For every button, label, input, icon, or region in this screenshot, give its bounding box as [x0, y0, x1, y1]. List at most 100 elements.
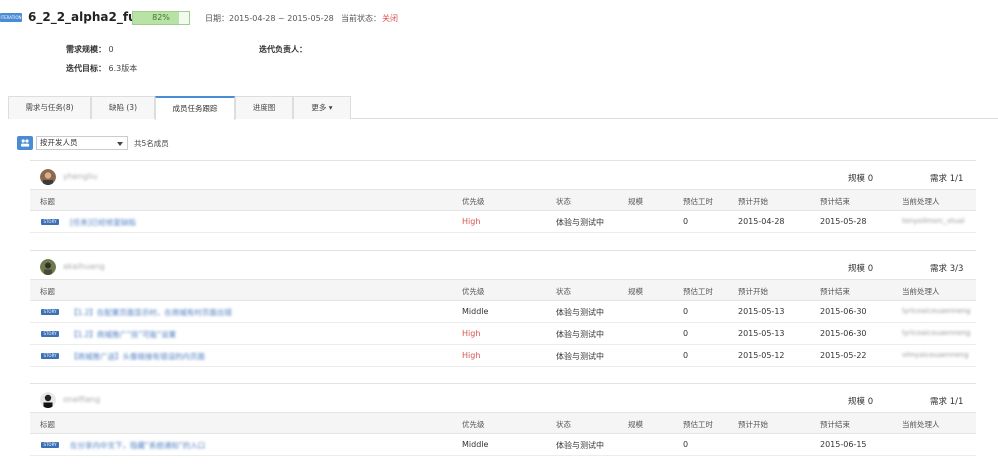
task-hours: 0: [683, 329, 689, 338]
task-start: 2015-05-13: [738, 329, 785, 338]
table-header: 标题 优先级 状态 规模 预估工时 预计开始 预计结束 当前处理人: [30, 189, 976, 211]
meta-owner: 迭代负责人：: [259, 44, 307, 55]
member-section: yhengliu 规模 0 需求 1/1 标题 优先级 状态 规模 预估工时 预…: [30, 165, 976, 233]
member-requirements: 需求 3/3: [930, 264, 964, 274]
task-hours: 0: [683, 217, 689, 226]
divider: [30, 250, 976, 251]
member-header: onelfiang 规模 0 需求 1/1: [30, 388, 976, 412]
avatar: [40, 169, 56, 185]
tab-more[interactable]: 更多 ▾: [293, 96, 351, 119]
task-title[interactable]: 【商城推广送】头像链接有错误的内页面: [70, 351, 205, 362]
member-section: akaihuang 规模 0 需求 3/3 标题 优先级 状态 规模 预估工时 …: [30, 255, 976, 367]
task-owner: lyricoaicouaenneng: [902, 329, 971, 337]
task-end: 2015-05-28: [820, 217, 867, 226]
table-row[interactable]: STORY 在分享内中文下，隐藏“系统通知”的入口 Middle 体验与测试中 …: [30, 434, 976, 456]
table-row[interactable]: STORY [任务]已经修复缺陷 High 体验与测试中 0 2015-04-2…: [30, 211, 976, 233]
task-start: 2015-04-28: [738, 217, 785, 226]
iteration-title: 6_2_2_alpha2_fun: [28, 10, 146, 24]
task-status: 体验与测试中: [556, 218, 604, 227]
state-label: 当前状态：: [341, 14, 381, 23]
table-row[interactable]: STORY 【商城推广送】头像链接有错误的内页面 High 体验与测试中 0 2…: [30, 345, 976, 367]
meta-target: 迭代目标： 6.3版本: [66, 63, 137, 74]
tab-progress-chart[interactable]: 进度图: [235, 96, 293, 119]
member-requirements: 需求 1/1: [930, 397, 964, 407]
task-title[interactable]: 【1.2】在配置页面显示时，在商城有时页面出错: [70, 307, 232, 318]
state-value: 关闭: [382, 14, 398, 23]
story-tag: STORY: [41, 309, 59, 315]
member-header: yhengliu 规模 0 需求 1/1: [30, 165, 976, 189]
task-owner: vlmyaicouaenneng: [902, 351, 969, 359]
col-priority: 优先级: [462, 420, 485, 429]
task-end: 2015-05-22: [820, 351, 867, 360]
group-by-select[interactable]: 按开发人员: [36, 136, 128, 150]
task-end: 2015-06-30: [820, 329, 867, 338]
task-status: 体验与测试中: [556, 352, 604, 361]
col-hours: 预估工时: [683, 197, 713, 206]
table-row[interactable]: STORY 【1.2】商城推广“挂”可能“设置 High 体验与测试中 0 20…: [30, 323, 976, 345]
col-status: 状态: [556, 420, 571, 429]
story-tag: STORY: [41, 353, 59, 359]
member-name[interactable]: akaihuang: [63, 262, 105, 271]
avatar: [40, 259, 56, 275]
task-end: 2015-06-15: [820, 440, 867, 449]
task-title[interactable]: 在分享内中文下，隐藏“系统通知”的入口: [70, 440, 205, 451]
member-section: onelfiang 规模 0 需求 1/1 标题 优先级 状态 规模 预估工时 …: [30, 388, 976, 456]
task-status: 体验与测试中: [556, 308, 604, 317]
member-count: 共5名成员: [134, 139, 169, 148]
col-end: 预计结束: [820, 197, 850, 206]
task-title[interactable]: 【1.2】商城推广“挂”可能“设置: [70, 329, 176, 340]
task-title[interactable]: [任务]已经修复缺陷: [70, 217, 136, 228]
story-tag: STORY: [41, 331, 59, 337]
col-start: 预计开始: [738, 287, 768, 296]
iteration-header: ITERATION 6_2_2_alpha2_fun 82% 日期：2015-0…: [0, 8, 998, 30]
col-title: 标题: [40, 420, 55, 429]
col-priority: 优先级: [462, 287, 485, 296]
tab-bar: 需求与任务(8) 缺陷 (3) 成员任务跟踪 进度图 更多 ▾: [8, 96, 998, 120]
task-priority: High: [462, 351, 481, 360]
col-size: 规模: [628, 420, 643, 429]
table-header: 标题 优先级 状态 规模 预估工时 预计开始 预计结束 当前处理人: [30, 412, 976, 434]
task-end: 2015-06-30: [820, 307, 867, 316]
table-row[interactable]: STORY 【1.2】在配置页面显示时，在商城有时页面出错 Middle 体验与…: [30, 301, 976, 323]
col-owner: 当前处理人: [902, 420, 940, 429]
task-priority: Middle: [462, 440, 489, 449]
col-priority: 优先级: [462, 197, 485, 206]
member-scale: 规模 0: [848, 174, 874, 184]
task-start: 2015-05-12: [738, 351, 785, 360]
tab-member-tracking[interactable]: 成员任务跟踪: [155, 96, 235, 120]
progress-text: 82%: [152, 13, 170, 22]
progress-bar: 82%: [132, 11, 190, 25]
meta-scale: 需求规模： 0: [66, 44, 114, 55]
divider: [30, 383, 976, 384]
task-status: 体验与测试中: [556, 441, 604, 450]
task-start: 2015-05-13: [738, 307, 785, 316]
divider: [30, 160, 976, 161]
group-by-value: 按开发人员: [40, 138, 78, 147]
col-size: 规模: [628, 287, 643, 296]
member-name[interactable]: onelfiang: [63, 395, 100, 404]
col-title: 标题: [40, 197, 55, 206]
iteration-badge: ITERATION: [0, 13, 22, 22]
meta-owner-label: 迭代负责人：: [259, 45, 307, 54]
tab-defects[interactable]: 缺陷 (3): [91, 96, 155, 119]
task-hours: 0: [683, 307, 689, 316]
task-priority: High: [462, 217, 481, 226]
task-priority: High: [462, 329, 481, 338]
caret-down-icon: [117, 142, 123, 146]
group-icon[interactable]: [17, 136, 33, 150]
task-hours: 0: [683, 440, 689, 449]
col-size: 规模: [628, 197, 643, 206]
task-hours: 0: [683, 351, 689, 360]
iteration-date: 日期：2015-04-28 ~ 2015-05-28: [205, 14, 334, 23]
col-owner: 当前处理人: [902, 287, 940, 296]
col-start: 预计开始: [738, 197, 768, 206]
task-owner: tenyoilmorc_vtual: [902, 217, 965, 225]
col-end: 预计结束: [820, 420, 850, 429]
col-hours: 预估工时: [683, 420, 713, 429]
member-name[interactable]: yhengliu: [63, 172, 97, 181]
col-start: 预计开始: [738, 420, 768, 429]
member-requirements: 需求 1/1: [930, 174, 964, 184]
tab-requirements[interactable]: 需求与任务(8): [8, 96, 91, 119]
story-tag: STORY: [41, 219, 59, 225]
col-end: 预计结束: [820, 287, 850, 296]
